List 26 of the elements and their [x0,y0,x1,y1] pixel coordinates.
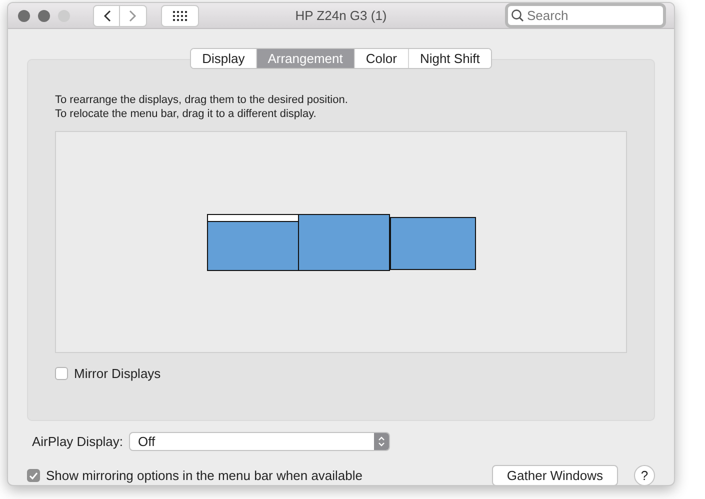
search-icon [511,9,524,22]
gather-windows-button[interactable]: Gather Windows [492,465,618,485]
instruction-text: To rearrange the displays, drag them to the desired position. [55,93,349,107]
instruction-text: To relocate the menu bar, drag it to a different display. [55,107,318,121]
airplay-dropdown[interactable]: Off [129,432,390,451]
mirror-checkbox[interactable] [55,367,68,380]
stepper-icon [378,436,386,447]
minimize-button[interactable] [38,10,50,22]
chevron-right-icon [129,10,137,22]
airplay-label: AirPlay Display: [32,434,124,449]
chevron-left-icon [102,10,110,22]
back-button[interactable] [93,4,120,26]
mirroring-checkbox[interactable] [27,469,40,482]
window-title: HP Z24n G3 (1) [295,8,387,23]
display-thumbnail[interactable] [390,217,476,270]
close-button[interactable] [18,10,30,22]
tab[interactable]: Night Shift [408,49,491,68]
grid-icon [173,10,187,20]
display-thumbnail[interactable] [298,214,390,271]
checkbox-label: Mirror Displays [74,366,161,381]
display-thumbnail[interactable] [207,214,299,271]
checkbox-label: Show mirroring options in the menu bar when available [46,468,364,483]
menu-bar-strip[interactable] [208,215,298,222]
grid-button[interactable] [161,4,199,26]
search-field[interactable]: Search [505,3,666,28]
help-button[interactable]: ? [634,465,655,485]
